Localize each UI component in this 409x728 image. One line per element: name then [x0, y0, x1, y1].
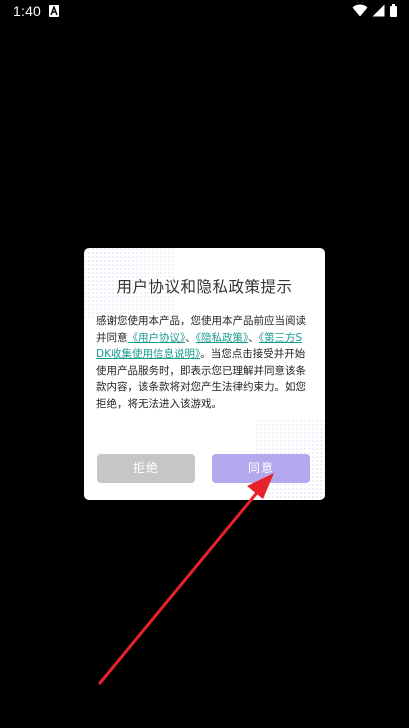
separator: 、	[185, 331, 196, 344]
privacy-policy-link[interactable]: 《隐私政策》	[196, 332, 249, 344]
screen: 1:40 用户协议和隐私政策提示 感谢您使用本产品，您使用本产品前应当阅读并同意…	[0, 0, 409, 728]
battery-icon	[390, 4, 397, 17]
status-time: 1:40	[13, 3, 42, 19]
separator: 、	[248, 331, 259, 344]
user-agreement-link[interactable]: 《用户协议》	[128, 332, 186, 344]
privacy-dialog: 用户协议和隐私政策提示 感谢您使用本产品，您使用本产品前应当阅读并同意《用户协议…	[84, 248, 325, 500]
agree-button[interactable]: 同意	[212, 454, 310, 483]
a-app-icon	[49, 5, 59, 17]
dialog-title: 用户协议和隐私政策提示	[116, 278, 293, 296]
dialog-body: 感谢您使用本产品，您使用本产品前应当阅读并同意《用户协议》、《隐私政策》、《第三…	[96, 313, 308, 412]
status-bar: 1:40	[0, 0, 409, 24]
wifi-icon	[352, 4, 368, 17]
refuse-button[interactable]: 拒绝	[97, 454, 195, 483]
signal-icon	[372, 4, 385, 17]
